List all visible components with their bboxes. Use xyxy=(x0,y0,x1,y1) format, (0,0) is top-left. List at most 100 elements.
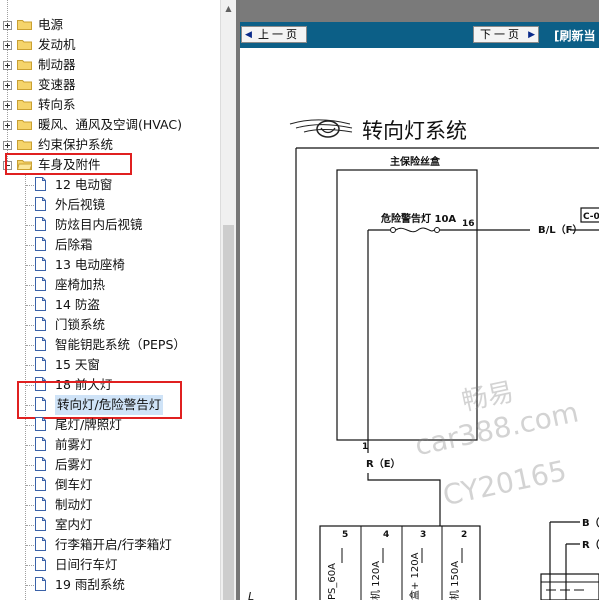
diagram-title: 转向灯系统 xyxy=(362,119,467,143)
document-icon xyxy=(35,257,46,271)
refresh-link[interactable]: [刷新当 xyxy=(554,27,596,44)
tree-item[interactable]: 15 天窗 xyxy=(0,355,220,375)
tree-folder-steering[interactable]: 转向系 xyxy=(0,95,220,115)
tree-item-label: 15 天窗 xyxy=(55,357,100,372)
tree-folder-label: 电源 xyxy=(38,17,64,32)
winged-logo-icon xyxy=(289,119,353,138)
viewer-toolbar: ◀ 上一页 下一页 ▶ [刷新当 xyxy=(240,22,599,48)
pin-1: 1 xyxy=(362,442,368,452)
document-icon xyxy=(35,277,46,291)
tree-item-label: 智能钥匙系统（PEPS） xyxy=(55,337,186,352)
tree-folder-hvac[interactable]: 暖风、通风及空调(HVAC) xyxy=(0,115,220,135)
tree-branch-line xyxy=(26,445,34,446)
tree-item[interactable]: 后除霜 xyxy=(0,235,220,255)
document-icon xyxy=(35,237,46,251)
tree-folder-label: 变速器 xyxy=(38,77,76,92)
tree-expander-icon[interactable] xyxy=(3,141,12,150)
tree-item[interactable]: 倒车灯 xyxy=(0,475,220,495)
main-fuse-box xyxy=(336,169,478,441)
wire-label-re: R（E） xyxy=(366,457,401,470)
tree-branch-line xyxy=(26,265,34,266)
wire-label-bl: B/L（F） xyxy=(538,223,582,236)
arrow-left-icon: ◀ xyxy=(245,30,252,40)
connector-label: C-0 xyxy=(583,212,599,222)
tree-folder-restraints[interactable]: 约束保护系统 xyxy=(0,135,220,155)
tree-folder-label: 约束保护系统 xyxy=(38,137,114,152)
tree-branch-line xyxy=(26,185,34,186)
tree-branch-line xyxy=(26,465,34,466)
tree-branch-line xyxy=(26,585,34,586)
side-mark: L xyxy=(248,590,254,600)
next-page-button[interactable]: 下一页 ▶ xyxy=(473,26,539,43)
tree-expander-icon[interactable] xyxy=(3,21,12,30)
tree-folder-brakes[interactable]: 制动器 xyxy=(0,55,220,75)
tree-item-label: 外后视镜 xyxy=(55,197,106,212)
tree-branch-line xyxy=(26,245,34,246)
document-icon xyxy=(35,217,46,231)
tree-item[interactable]: 制动灯 xyxy=(0,495,220,515)
tree-item-label: 防炫目内后视镜 xyxy=(55,217,143,232)
highlight-box-selected-item xyxy=(17,381,182,419)
tree-item-label: 13 电动座椅 xyxy=(55,257,125,272)
tree-branch-line xyxy=(26,525,34,526)
document-icon xyxy=(35,317,46,331)
tree-expander-icon[interactable] xyxy=(3,41,12,50)
tree-folder-power[interactable]: 电源 xyxy=(0,15,220,35)
pin-2: 2 xyxy=(461,530,467,540)
tree-expander-icon[interactable] xyxy=(3,81,12,90)
wiring-diagram: 转向灯系统 主保险丝盒 危险警告灯 10A 16 1 B/L（F） C-0 R（… xyxy=(248,119,599,600)
tree-item[interactable]: 门锁系统 xyxy=(0,315,220,335)
tree-branch-line xyxy=(26,345,34,346)
document-icon xyxy=(35,197,46,211)
tree-item[interactable]: 14 防盗 xyxy=(0,295,220,315)
wire-label-b: B（ xyxy=(582,516,599,529)
pin-3: 3 xyxy=(420,530,426,540)
tree-folder-label: 暖风、通风及空调(HVAC) xyxy=(38,117,182,132)
document-icon xyxy=(35,457,46,471)
tree-item[interactable]: 座椅加热 xyxy=(0,275,220,295)
document-icon xyxy=(35,357,46,371)
tree-expander-icon[interactable] xyxy=(3,101,12,110)
tree-scrollbar[interactable]: ▲ xyxy=(220,0,236,600)
prev-page-button[interactable]: ◀ 上一页 xyxy=(241,26,307,43)
tree-folder-engine[interactable]: 发动机 xyxy=(0,35,220,55)
tree-item[interactable]: 后雾灯 xyxy=(0,455,220,475)
tree-branch-line xyxy=(26,205,34,206)
tree-item-label: 室内灯 xyxy=(55,517,93,532)
tree-item-label: 制动灯 xyxy=(55,497,93,512)
tree-item[interactable]: 日间行车灯 xyxy=(0,555,220,575)
scrollbar-thumb[interactable] xyxy=(223,225,234,600)
fuse-ps-60a: PS_60A xyxy=(327,563,338,600)
prev-page-label: 上一页 xyxy=(258,28,300,41)
next-page-label: 下一页 xyxy=(480,28,522,41)
tree-branch-line xyxy=(26,365,34,366)
tree-item[interactable]: 12 电动窗 xyxy=(0,175,220,195)
tree-item[interactable]: 外后视镜 xyxy=(0,195,220,215)
tree-item[interactable]: 13 电动座椅 xyxy=(0,255,220,275)
toc-tree-pane: 电源 发动机 制动器 变速器 转向系 暖风、通风及空调(HVAC) 约束保护系统… xyxy=(0,0,220,600)
tree-folder-label: 制动器 xyxy=(38,57,76,72)
tree-expander-icon[interactable] xyxy=(3,61,12,70)
tree-branch-line xyxy=(26,545,34,546)
tree-item-label: 倒车灯 xyxy=(55,477,93,492)
tree-item[interactable]: 智能钥匙系统（PEPS） xyxy=(0,335,220,355)
tree-folder-transmission[interactable]: 变速器 xyxy=(0,75,220,95)
tree-item-label: 门锁系统 xyxy=(55,317,106,332)
tree-item[interactable]: 防炫目内后视镜 xyxy=(0,215,220,235)
folder-icon xyxy=(17,20,32,30)
document-icon xyxy=(35,557,46,571)
tree-item[interactable]: 19 雨刮系统 xyxy=(0,575,220,595)
folder-icon xyxy=(17,60,32,70)
tree-branch-line xyxy=(26,485,34,486)
tree-item[interactable]: 室内灯 xyxy=(0,515,220,535)
tree-expander-icon[interactable] xyxy=(3,121,12,130)
scroll-up-arrow-icon[interactable]: ▲ xyxy=(221,0,236,17)
tree-folder-label: 转向系 xyxy=(38,97,76,112)
hazard-fuse-label: 危险警告灯 10A xyxy=(381,212,456,225)
tree-item[interactable]: 前雾灯 xyxy=(0,435,220,455)
tree-item[interactable]: 行李箱开启/行李箱灯 xyxy=(0,535,220,555)
document-icon xyxy=(35,417,46,431)
tree-branch-line xyxy=(26,325,34,326)
tree-item[interactable]: 尾灯/牌照灯 xyxy=(0,415,220,435)
document-icon xyxy=(35,517,46,531)
